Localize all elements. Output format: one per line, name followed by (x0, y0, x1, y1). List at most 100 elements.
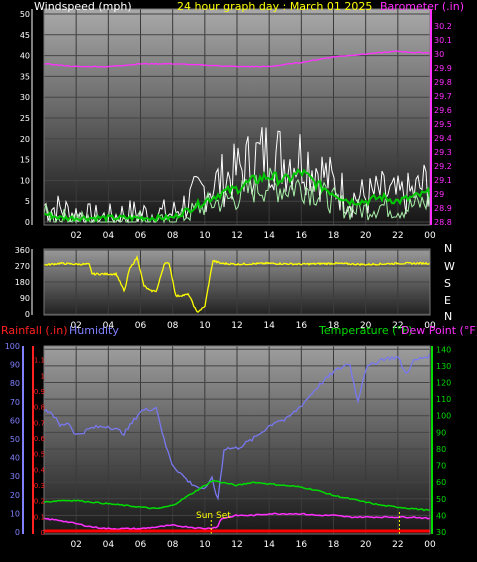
barometer-y-tick-label: 30.1 (434, 36, 452, 45)
temperature-y-tick-label: 100 (436, 412, 451, 421)
rainfall-y-tick-label: 0.7 (34, 419, 45, 427)
barometer-y-tick-label: 29.1 (434, 176, 452, 185)
x-tick-label: 12 (231, 321, 242, 331)
temperature-y-tick-label: 90 (436, 428, 446, 437)
windspeed-axis-label: Windspeed (mph) (34, 0, 132, 13)
x-tick-label: 08 (167, 540, 179, 550)
rainfall-y-tick-label: 0.3 (34, 482, 45, 490)
x-tick-label: 08 (167, 231, 179, 241)
humidity-y-tick-label: 70 (10, 398, 20, 407)
barometer-y-tick-label: 29.6 (434, 106, 452, 115)
humidity-y-tick-label: 10 (10, 509, 20, 518)
barometer-y-tick-label: 29.5 (434, 120, 452, 129)
barometer-y-tick-label: 29.3 (434, 148, 452, 157)
temperature-y-tick-label: 50 (436, 495, 446, 504)
compass-label-s: S (444, 277, 451, 290)
rainfall-y-tick-label: 1.1 (34, 357, 45, 365)
x-tick-label: 20 (360, 231, 372, 241)
rainfall-axis-label: Rainfall (.in) (1, 324, 68, 337)
compass-label-w: W (444, 260, 455, 273)
temperature-y-tick-label: 120 (436, 379, 451, 388)
rainfall-y-tick-label: 0.5 (34, 451, 45, 459)
x-tick-label: 08 (167, 321, 179, 331)
barometer-y-tick-label: 30 (434, 50, 444, 59)
x-tick-label: 06 (135, 540, 147, 550)
temperature-y-tick-label: 60 (436, 478, 446, 487)
rainfall-y-tick-label: 0.1 (34, 513, 45, 521)
temperature-y-tick-label: 40 (436, 511, 446, 520)
wind-y-tick-label: 0 (25, 218, 30, 227)
rainfall-y-tick-label: 0.9 (34, 388, 45, 396)
humidity-y-tick-label: 0 (15, 528, 20, 537)
barometer-y-tick-label: 28.9 (434, 204, 452, 213)
x-tick-label: 04 (103, 540, 115, 550)
wind-y-tick-label: 20 (20, 135, 30, 144)
barometer-y-tick-label: 29.2 (434, 162, 452, 171)
x-tick-label: 06 (135, 231, 147, 241)
rainfall-y-tick-label: 1 (41, 372, 45, 380)
x-tick-label: 16 (296, 321, 308, 331)
direction-y-tick-label: 360 (15, 246, 30, 255)
x-tick-label: 00 (424, 540, 436, 550)
compass-label-e: E (444, 294, 451, 307)
rainfall-y-tick-label: 0.2 (34, 498, 45, 506)
x-tick-label: 14 (263, 231, 275, 241)
chart-title: 24 hour graph day : March 01 2025 (177, 0, 372, 13)
barometer-y-tick-label: 29.4 (434, 134, 452, 143)
temperature-y-tick-label: 30 (436, 528, 446, 537)
wind-y-tick-label: 15 (20, 156, 30, 165)
x-tick-label: 22 (392, 540, 403, 550)
barometer-y-tick-label: 29 (434, 190, 444, 199)
wind-y-tick-label: 30 (20, 93, 30, 102)
x-tick-label: 02 (70, 231, 81, 241)
x-tick-label: 06 (135, 321, 147, 331)
temperature-y-tick-label: 130 (436, 362, 451, 371)
humidity-axis-label: Humidity (69, 324, 119, 337)
humidity-y-tick-label: 100 (5, 342, 20, 351)
humidity-y-tick-label: 40 (10, 454, 20, 463)
barometer-y-tick-label: 28.8 (434, 218, 452, 227)
temperature-axis-label: Temperature (°F) (318, 324, 413, 337)
x-tick-label: 14 (263, 540, 275, 550)
barometer-y-tick-label: 29.9 (434, 64, 452, 73)
humidity-y-tick-label: 50 (10, 435, 20, 444)
x-tick-label: 16 (296, 540, 308, 550)
temperature-y-tick-label: 110 (436, 395, 451, 404)
direction-y-tick-label: 270 (15, 262, 30, 271)
humidity-y-tick-label: 60 (10, 416, 20, 425)
temperature-y-tick-label: 140 (436, 345, 451, 354)
compass-label-n-bottom: N (444, 310, 452, 323)
x-tick-label: 12 (231, 540, 242, 550)
wind-y-tick-label: 10 (20, 176, 30, 185)
dewpoint-axis-label: Dew Point (°F) (401, 324, 477, 337)
barometer-y-tick-label: 30.2 (434, 22, 452, 31)
x-tick-label: 20 (360, 540, 372, 550)
barometer-y-tick-label: 29.7 (434, 92, 452, 101)
sunset-annotation: Sun Set (196, 511, 231, 521)
x-tick-label: 16 (296, 231, 308, 241)
x-tick-label: 22 (392, 231, 403, 241)
rainfall-y-tick-label: 0.6 (34, 435, 46, 443)
x-tick-label: 10 (199, 231, 211, 241)
humidity-y-tick-label: 80 (10, 379, 20, 388)
x-tick-label: 10 (199, 540, 211, 550)
x-tick-label: 18 (328, 540, 340, 550)
temperature-y-tick-label: 80 (436, 445, 446, 454)
barometer-axis-label: Barometer (.in) (380, 0, 464, 13)
direction-y-tick-label: 0 (25, 310, 30, 319)
direction-y-tick-label: 180 (15, 278, 30, 287)
humidity-y-tick-label: 20 (10, 491, 20, 500)
x-tick-label: 00 (424, 231, 436, 241)
barometer-y-tick-label: 29.8 (434, 78, 452, 87)
compass-label-n-top: N (444, 242, 452, 255)
rainfall-y-tick-label: 0.4 (34, 466, 46, 474)
wind-y-tick-label: 5 (25, 197, 30, 206)
wind-y-tick-label: 35 (20, 72, 30, 81)
humidity-y-tick-label: 90 (10, 361, 20, 370)
x-tick-label: 18 (328, 231, 340, 241)
weather-graph: 02 04 06 08 10 12 14 16 18 20 22 0002 04 06 08 10 12 14 16… (1, 0, 477, 550)
rainfall-y-tick-label: 0 (41, 529, 45, 537)
wind-y-tick-label: 25 (20, 114, 30, 123)
x-tick-label: 14 (263, 321, 275, 331)
wind-y-tick-label: 45 (20, 31, 30, 40)
